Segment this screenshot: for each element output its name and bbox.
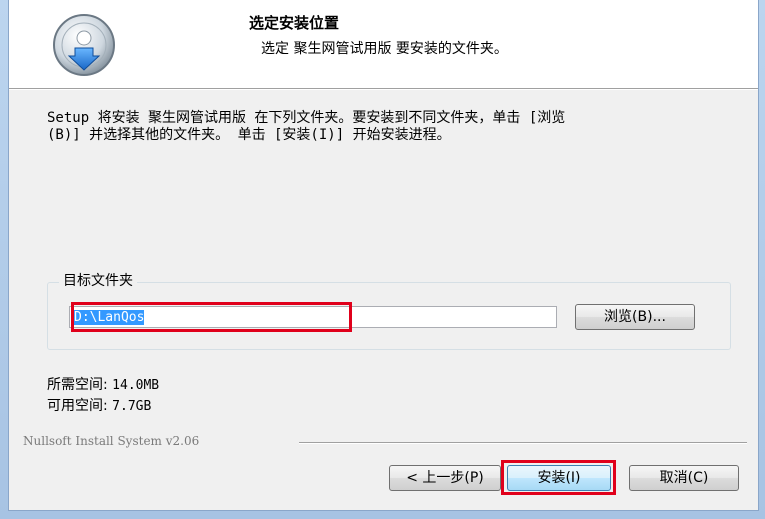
path-selected-text: D:\LanQos [74,310,145,325]
installer-window: 选定安装位置 选定 聚生网管试用版 要安装的文件夹。 Setup 将安装 聚生网… [8,0,759,511]
header-divider [9,89,758,90]
branding-divider [299,442,747,444]
space-required: 所需空间: 14.0MB [47,374,159,394]
intro-text: Setup 将安装 聚生网管试用版 在下列文件夹。要安装到不同文件夹，单击 [浏… [47,110,566,143]
install-button[interactable]: 安装(I) [507,465,611,491]
space-required-value: 14.0MB [112,378,160,393]
back-button[interactable]: < 上一步(P) [389,465,501,491]
space-required-label: 所需空间: [47,377,113,393]
destination-group-label: 目标文件夹 [59,270,137,290]
header-panel: 选定安装位置 选定 聚生网管试用版 要安装的文件夹。 [9,0,758,89]
space-available-value: 7.7GB [112,399,152,414]
branding-text: Nullsoft Install System v2.06 [23,434,200,448]
installer-disc-icon [53,14,115,76]
page-title: 选定安装位置 [249,14,340,32]
space-available-label: 可用空间: [47,398,113,414]
space-available: 可用空间: 7.7GB [47,395,151,415]
page-subtitle: 选定 聚生网管试用版 要安装的文件夹。 [261,41,508,57]
browse-button[interactable]: 浏览(B)... [575,304,695,330]
cancel-button[interactable]: 取消(C) [629,465,739,491]
destination-path-input[interactable]: D:\LanQos [69,306,557,328]
